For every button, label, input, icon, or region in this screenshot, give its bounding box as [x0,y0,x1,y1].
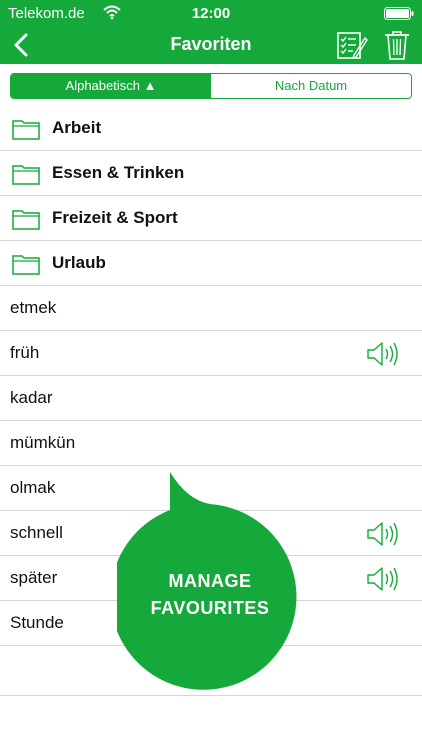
status-bar: Telekom.de 12:00 [0,0,422,26]
list-item[interactable]: kadar [0,376,422,421]
folder-icon [12,163,40,185]
word-label: schnell [10,523,63,542]
folder-row[interactable]: Essen & Trinken [0,151,422,196]
trash-icon[interactable] [384,29,410,61]
word-label: Stunde [10,613,64,632]
folder-label: Arbeit [52,118,102,137]
list-item[interactable]: früh [0,331,422,376]
edit-list-icon[interactable] [336,29,368,61]
navigation-bar: Favoriten [0,26,422,64]
clock: 12:00 [191,5,231,22]
folder-icon [12,253,40,275]
segment-alphabetical[interactable]: Alphabetisch ▲ [11,74,211,98]
folder-label: Urlaub [52,253,106,272]
word-label: etmek [10,298,57,317]
sort-segmented-control: Alphabetisch ▲ Nach Datum [10,73,412,99]
folder-label: Essen & Trinken [52,163,185,182]
word-label: mümkün [10,433,76,452]
folder-icon [12,208,40,230]
manage-favourites-label: MANAGE FAVOURITES [117,568,303,622]
manage-label-line1: MANAGE [168,571,252,591]
folder-row[interactable]: Arbeit [0,106,422,151]
list-item[interactable]: mümkün [0,421,422,466]
folder-label: Freizeit & Sport [52,208,178,227]
folder-row[interactable]: Urlaub [0,241,422,286]
manage-favourites-button[interactable]: MANAGE FAVOURITES [117,472,303,690]
folder-icon [12,118,40,140]
word-label: olmak [10,478,56,497]
folder-row[interactable]: Freizeit & Sport [0,196,422,241]
speaker-icon[interactable] [366,566,400,592]
list-item[interactable]: etmek [0,286,422,331]
word-label: kadar [10,388,53,407]
manage-label-line2: FAVOURITES [150,598,270,618]
speaker-icon[interactable] [366,521,400,547]
word-label: früh [10,343,40,362]
speaker-icon[interactable] [366,341,400,367]
segment-by-date[interactable]: Nach Datum [211,74,411,98]
battery-icon [384,7,414,24]
word-label: später [10,568,58,587]
